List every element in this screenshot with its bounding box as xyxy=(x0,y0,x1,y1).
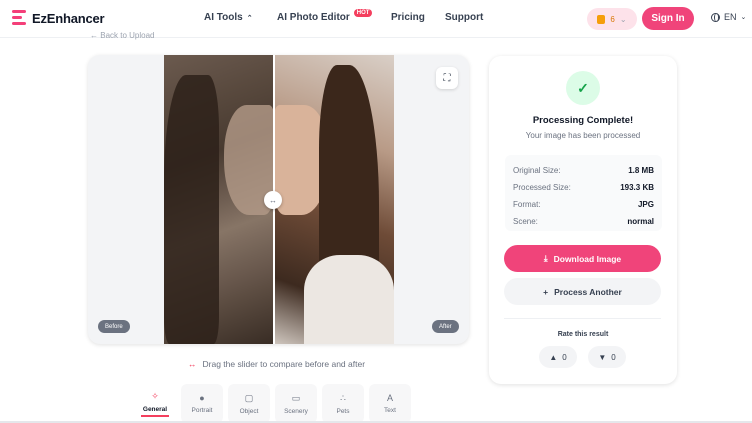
language-selector[interactable]: EN ⌄ xyxy=(711,12,746,22)
image-icon: ▭ xyxy=(291,392,301,403)
info-key: Format: xyxy=(513,200,541,209)
active-indicator xyxy=(141,414,169,417)
result-subtitle: Your image has been processed xyxy=(525,131,641,140)
mode-portrait[interactable]: ● Portrait xyxy=(181,384,223,423)
mode-object[interactable]: ▢ Object xyxy=(228,384,270,423)
mode-pets-label: Pets xyxy=(336,407,350,415)
text-icon: A xyxy=(386,393,393,403)
after-image xyxy=(274,55,394,344)
mode-text[interactable]: A Text xyxy=(369,384,411,423)
before-after-comparison[interactable]: ↔ ⛶ Before After xyxy=(88,55,469,344)
brand-logo[interactable]: EzEnhancer xyxy=(12,10,105,26)
brand-name: EzEnhancer xyxy=(32,10,105,26)
credits-count: 6 xyxy=(610,14,615,24)
nav-ai-photo-editor-label: AI Photo Editor xyxy=(277,12,350,23)
mode-object-label: Object xyxy=(239,407,259,415)
info-value: normal xyxy=(627,217,654,226)
hot-badge: HOT xyxy=(353,8,373,17)
thumbs-down-icon: ▼ xyxy=(598,352,607,362)
check-icon: ✓ xyxy=(566,71,600,105)
info-value: JPG xyxy=(637,200,654,209)
file-info-box: Original Size: 1.8 MB Processed Size: 193.… xyxy=(505,155,662,231)
result-panel: ✓ Processing Complete! Your image has be… xyxy=(489,56,677,384)
chevron-down-icon: ⌃ xyxy=(246,14,253,22)
thumbs-up-button[interactable]: ▲ 0 xyxy=(539,346,577,368)
slider-handle-icon[interactable]: ↔ xyxy=(264,191,282,209)
mode-scenery[interactable]: ▭ Scenery xyxy=(275,384,317,423)
slider-hint-text: Drag the slider to compare before and af… xyxy=(202,359,366,369)
plus-icon: + xyxy=(543,286,549,297)
mode-pets[interactable]: ∴ Pets xyxy=(322,384,364,423)
nav-ai-tools-label: AI Tools xyxy=(204,12,243,23)
info-row: Original Size: 1.8 MB xyxy=(513,162,654,179)
info-key: Scene: xyxy=(513,217,538,226)
nav-support-label: Support xyxy=(445,12,484,23)
before-image xyxy=(164,55,274,344)
info-value: 193.3 KB xyxy=(620,183,654,192)
mode-general-label: General xyxy=(142,405,168,413)
info-row: Processed Size: 193.3 KB xyxy=(513,179,654,196)
thumbs-up-icon: ▲ xyxy=(549,352,558,362)
arrow-left-icon: ← xyxy=(90,31,98,40)
globe-icon xyxy=(711,12,720,22)
before-tag: Before xyxy=(98,320,130,333)
info-value: 1.8 MB xyxy=(628,166,654,175)
info-key: Original Size: xyxy=(513,166,561,175)
credits-dropdown[interactable]: 6 ⌄ xyxy=(587,8,637,30)
rate-title: Rate this result xyxy=(557,331,609,338)
nav-ai-tools[interactable]: AI Tools ⌃ xyxy=(204,12,253,23)
mode-portrait-label: Portrait xyxy=(191,407,213,414)
coin-icon xyxy=(597,14,606,24)
nav-pricing-label: Pricing xyxy=(391,12,425,23)
thumbs-down-button[interactable]: ▼ 0 xyxy=(588,346,626,368)
arrows-horizontal-icon: ↔ xyxy=(188,359,197,369)
cube-icon: ▢ xyxy=(244,392,254,403)
result-title: Processing Complete! xyxy=(532,115,634,126)
download-image-button[interactable]: ⤓ Download Image xyxy=(504,245,661,272)
sign-in-button[interactable]: Sign In xyxy=(642,7,694,30)
process-another-button[interactable]: + Process Another xyxy=(504,278,661,305)
nav-pricing[interactable]: Pricing xyxy=(391,12,425,23)
mode-text-label: Text xyxy=(384,407,396,414)
mode-general[interactable]: ✧ General xyxy=(134,384,176,423)
magic-wand-icon: ✧ xyxy=(151,390,159,401)
nav-support[interactable]: Support xyxy=(445,12,483,23)
likes-count: 0 xyxy=(562,352,567,362)
after-tag: After xyxy=(432,320,459,333)
slider-hint: ↔ Drag the slider to compare before and … xyxy=(188,359,365,369)
info-row: Format: JPG xyxy=(513,196,654,213)
dislikes-count: 0 xyxy=(611,352,616,362)
nav-ai-photo-editor[interactable]: AI Photo Editor HOT xyxy=(277,8,373,23)
paw-icon: ∴ xyxy=(340,392,346,403)
back-to-upload-link[interactable]: ← Back to Upload xyxy=(90,31,155,40)
chevron-down-icon: ⌄ xyxy=(740,14,747,21)
divider xyxy=(504,318,661,319)
fullscreen-icon[interactable]: ⛶ xyxy=(436,67,458,89)
info-key: Processed Size: xyxy=(513,183,571,192)
language-code: EN xyxy=(724,12,737,22)
process-another-label: Process Another xyxy=(554,286,622,297)
enhance-mode-tabs: ✧ General ● Portrait ▢ Object ▭ Scenery … xyxy=(134,384,411,423)
chevron-down-icon: ⌄ xyxy=(619,14,627,24)
info-row: Scene: normal xyxy=(513,213,654,230)
download-label: Download Image xyxy=(553,253,622,264)
download-icon: ⤓ xyxy=(543,253,548,263)
person-icon: ● xyxy=(199,393,205,403)
logo-icon xyxy=(12,10,26,26)
back-link-label: Back to Upload xyxy=(100,31,155,40)
mode-scenery-label: Scenery xyxy=(284,407,308,415)
